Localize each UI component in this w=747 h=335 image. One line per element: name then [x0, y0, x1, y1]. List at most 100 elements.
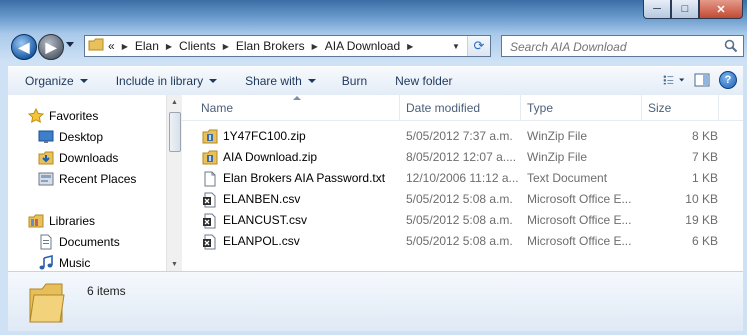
- include-in-library-label: Include in library: [115, 74, 204, 88]
- toolbar-right: ?: [663, 70, 737, 90]
- star-icon: [28, 108, 44, 124]
- table-row[interactable]: ELANBEN.csv 5/05/2012 5:08 a.m. Microsof…: [182, 189, 743, 210]
- file-type: Microsoft Office E...: [527, 192, 632, 206]
- zip-icon: [202, 150, 218, 166]
- file-type: WinZip File: [527, 150, 588, 164]
- change-view-button[interactable]: [663, 70, 685, 90]
- file-name: AIA Download.zip: [223, 150, 318, 164]
- file-type: Text Document: [527, 171, 608, 185]
- table-row[interactable]: ELANPOL.csv 5/05/2012 5:08 a.m. Microsof…: [182, 231, 743, 252]
- search-icon[interactable]: [724, 39, 738, 56]
- scrollbar-thumb[interactable]: [169, 112, 181, 152]
- share-with-label: Share with: [245, 74, 302, 88]
- file-size: 10 KB: [685, 192, 718, 206]
- recent-pages-dropdown[interactable]: [66, 42, 74, 47]
- file-size: 6 KB: [691, 234, 718, 248]
- column-header-size[interactable]: Size: [642, 95, 719, 120]
- burn-label: Burn: [341, 74, 368, 88]
- refresh-button[interactable]: ⟳: [467, 36, 490, 56]
- file-date: 5/05/2012 5:08 a.m.: [406, 234, 513, 248]
- organize-button[interactable]: Organize: [16, 74, 97, 88]
- file-name: ELANCUST.csv: [223, 213, 308, 227]
- sidebar-item-libraries[interactable]: Libraries: [28, 211, 95, 231]
- file-name: ELANBEN.csv: [223, 192, 301, 206]
- file-date: 5/05/2012 5:08 a.m.: [406, 192, 513, 206]
- excel-icon: [202, 213, 218, 229]
- breadcrumb-overflow[interactable]: «: [108, 39, 115, 53]
- sidebar-item-favorites[interactable]: Favorites: [28, 106, 98, 126]
- caption-buttons: ─ □ ✕: [643, 0, 743, 20]
- breadcrumb-elan-brokers[interactable]: Elan Brokers: [236, 39, 305, 53]
- minimize-button[interactable]: ─: [643, 0, 671, 19]
- folder-icon: [26, 281, 66, 328]
- file-date: 8/05/2012 12:07 a....: [406, 150, 517, 164]
- burn-button[interactable]: Burn: [333, 74, 376, 88]
- table-row[interactable]: Elan Brokers AIA Password.txt 12/10/2006…: [182, 168, 743, 189]
- zip-icon: [202, 129, 218, 145]
- file-type: Microsoft Office E...: [527, 213, 632, 227]
- desktop-icon: [38, 129, 54, 145]
- table-row[interactable]: 1Y47FC100.zip 5/05/2012 7:37 a.m. WinZip…: [182, 126, 743, 147]
- content-area: Favorites Desktop Downloads Recent Place…: [8, 95, 743, 271]
- recent-places-icon: [38, 171, 54, 187]
- table-row[interactable]: AIA Download.zip 8/05/2012 12:07 a.... W…: [182, 147, 743, 168]
- sidebar-item-recent-places[interactable]: Recent Places: [38, 169, 136, 189]
- sidebar-item-desktop[interactable]: Desktop: [38, 127, 103, 147]
- file-name: Elan Brokers AIA Password.txt: [223, 171, 386, 185]
- breadcrumb: « ▶ Elan ▶ Clients ▶ Elan Brokers ▶ AIA …: [108, 39, 420, 53]
- address-bar[interactable]: « ▶ Elan ▶ Clients ▶ Elan Brokers ▶ AIA …: [84, 35, 491, 57]
- preview-pane-icon: [694, 73, 710, 87]
- new-folder-label: New folder: [395, 74, 453, 88]
- forward-button[interactable]: ▶: [38, 34, 64, 60]
- search-box[interactable]: [501, 35, 744, 57]
- documents-icon: [38, 234, 54, 250]
- excel-icon: [202, 234, 218, 250]
- sidebar-item-label: Documents: [59, 235, 120, 249]
- navigation-scrollbar[interactable]: ▲ ▼: [166, 95, 182, 271]
- sidebar-item-documents[interactable]: Documents: [38, 232, 120, 252]
- close-button[interactable]: ✕: [699, 0, 743, 19]
- file-size: 19 KB: [685, 213, 718, 227]
- file-name: 1Y47FC100.zip: [223, 129, 306, 143]
- file-name-cell: ELANPOL.csv: [202, 231, 392, 252]
- share-with-button[interactable]: Share with: [236, 74, 325, 88]
- column-header-name[interactable]: Name: [195, 95, 400, 120]
- file-date: 5/05/2012 7:37 a.m.: [406, 129, 513, 143]
- sidebar-item-label: Libraries: [49, 214, 96, 228]
- folder-icon: [88, 38, 104, 55]
- chevron-right-icon[interactable]: ▶: [407, 42, 413, 51]
- view-options-icon: [663, 75, 685, 85]
- new-folder-button[interactable]: New folder: [386, 74, 461, 88]
- help-button[interactable]: ?: [719, 71, 737, 89]
- sidebar-item-downloads[interactable]: Downloads: [38, 148, 118, 168]
- column-header-type[interactable]: Type: [521, 95, 642, 120]
- libraries-icon: [28, 213, 44, 229]
- back-button[interactable]: ◀: [11, 34, 37, 60]
- explorer-window: ─ □ ✕ ◀ ▶ « ▶ Elan ▶ Clients ▶ Elan Brok…: [0, 0, 747, 335]
- column-headers: Name Date modified Type Size: [182, 95, 743, 121]
- chevron-right-icon: ▶: [121, 41, 128, 51]
- music-icon: [38, 255, 54, 271]
- breadcrumb-clients[interactable]: Clients: [179, 39, 216, 53]
- navigation-pane: Favorites Desktop Downloads Recent Place…: [8, 95, 166, 271]
- chevron-down-icon: [79, 79, 88, 83]
- address-dropdown-icon[interactable]: ▼: [448, 36, 464, 56]
- search-input[interactable]: [508, 37, 727, 57]
- sidebar-item-label: Music: [59, 256, 91, 270]
- table-row[interactable]: ELANCUST.csv 5/05/2012 5:08 a.m. Microso…: [182, 210, 743, 231]
- chevron-right-icon[interactable]: ▶: [312, 42, 318, 51]
- include-in-library-button[interactable]: Include in library: [107, 74, 226, 88]
- chevron-right-icon[interactable]: ▶: [166, 42, 172, 51]
- breadcrumb-elan[interactable]: Elan: [135, 39, 159, 53]
- preview-pane-button[interactable]: [691, 70, 713, 90]
- sidebar-item-music[interactable]: Music: [38, 253, 90, 271]
- file-name-cell: 1Y47FC100.zip: [202, 126, 392, 147]
- maximize-button[interactable]: □: [671, 0, 699, 19]
- breadcrumb-aia-download[interactable]: AIA Download: [325, 39, 400, 53]
- chevron-right-icon[interactable]: ▶: [223, 42, 229, 51]
- column-header-date-modified[interactable]: Date modified: [400, 95, 521, 120]
- txt-icon: [202, 171, 218, 187]
- scroll-down-icon[interactable]: ▼: [167, 257, 182, 271]
- scroll-up-icon[interactable]: ▲: [167, 95, 182, 109]
- file-list: Name Date modified Type Size 1Y47FC100.z…: [182, 95, 743, 271]
